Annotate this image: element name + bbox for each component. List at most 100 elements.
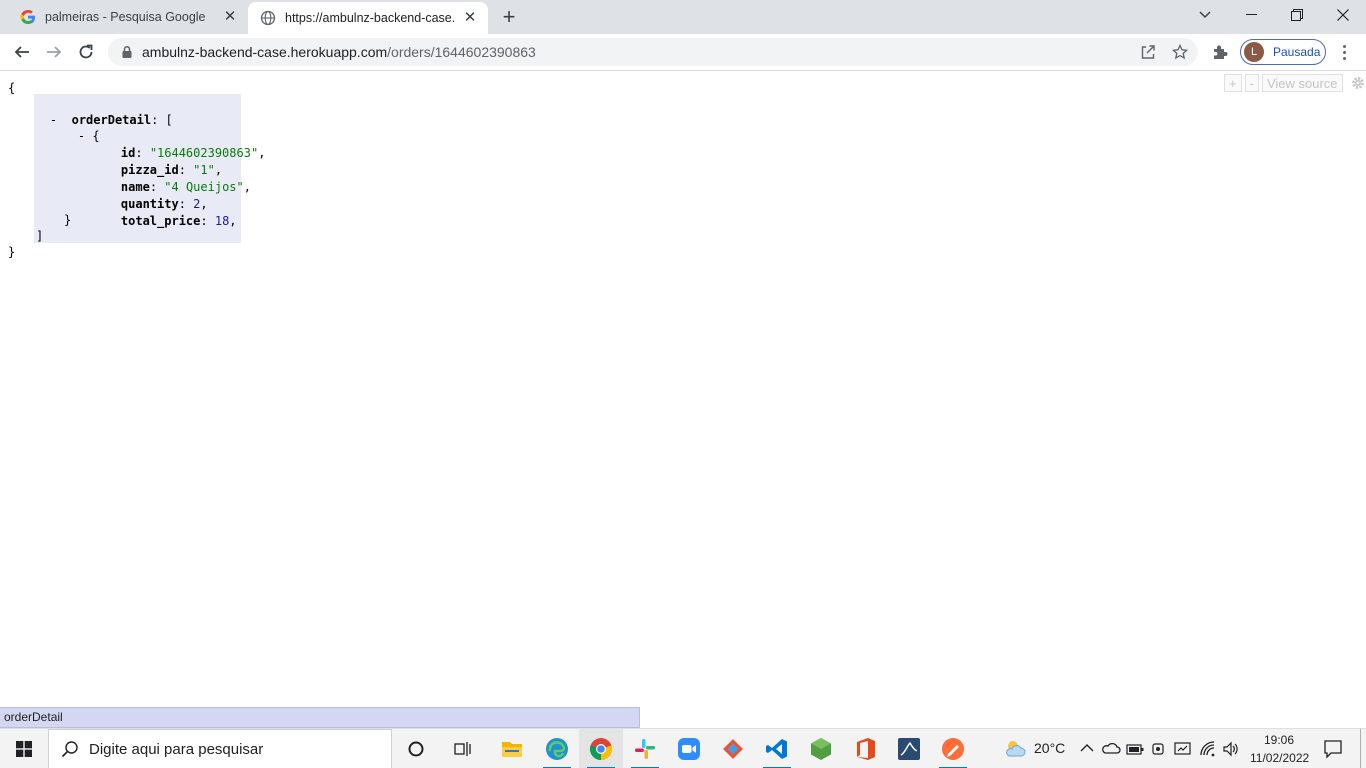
taskbar-app-postman[interactable] — [931, 729, 975, 768]
slack-icon — [635, 739, 655, 759]
order-detail-open: : [ — [151, 113, 173, 127]
tab-strip: palmeiras - Pesquisa Google ✕ https://am… — [0, 0, 1366, 34]
json-viewer-toolbar: + - View source — [1224, 72, 1366, 94]
battery-icon[interactable] — [1126, 742, 1144, 756]
root-open-brace: { — [8, 81, 16, 95]
total-price-value: 18 — [214, 214, 230, 228]
taskbar-app-nodejs[interactable] — [799, 729, 843, 768]
address-bar[interactable]: ambulnz-backend-case.herokuapp.com/order… — [108, 38, 1198, 66]
taskbar-search-input[interactable]: Digite aqui para pesquisar — [48, 729, 392, 768]
vscode-icon — [766, 739, 787, 759]
root-close-brace: } — [8, 245, 16, 259]
taskbar-app-chrome[interactable] — [579, 729, 623, 768]
search-placeholder: Digite aqui para pesquisar — [89, 740, 264, 758]
tab-google-search[interactable]: palmeiras - Pesquisa Google ✕ — [8, 0, 248, 34]
taskbar-app-slack[interactable] — [623, 729, 667, 768]
task-view-icon — [454, 742, 471, 756]
tab-active-orders[interactable]: https://ambulnz-backend-case.he ✕ — [248, 2, 488, 34]
notification-center-icon[interactable] — [1323, 739, 1343, 759]
close-tab-icon[interactable]: ✕ — [222, 9, 238, 25]
close-tab-icon[interactable]: ✕ — [462, 10, 478, 26]
office-icon — [857, 738, 875, 760]
forward-button[interactable] — [42, 40, 66, 64]
mysql-workbench-icon — [898, 738, 920, 760]
windows-taskbar: Digite aqui para pesquisar 20°C 19:06 11… — [0, 728, 1366, 768]
lock-icon[interactable] — [120, 45, 134, 59]
zoom-icon — [678, 738, 700, 760]
system-clock[interactable]: 19:06 11/02/2022 — [1250, 731, 1310, 767]
taskbar-app-office[interactable] — [843, 729, 887, 768]
file-explorer-icon — [502, 742, 522, 757]
wifi-icon[interactable] — [1199, 741, 1217, 757]
browser-menu-button[interactable] — [1336, 42, 1352, 62]
kebab-menu-dot-icon — [1342, 44, 1346, 48]
back-button[interactable] — [10, 40, 34, 64]
minimize-icon — [1245, 14, 1257, 15]
close-window-button[interactable] — [1320, 0, 1366, 30]
view-source-button[interactable]: View source — [1261, 74, 1343, 92]
weather-temperature[interactable]: 20°C — [1034, 740, 1065, 756]
show-desktop-button[interactable] — [1360, 729, 1361, 768]
arrow-left-icon — [14, 46, 29, 58]
json-viewer: { - orderDetail: [ - { id: "164460239086… — [0, 72, 1366, 708]
url-text: ambulnz-backend-case.herokuapp.com/order… — [142, 44, 536, 60]
chrome-icon — [589, 738, 613, 761]
clock-date: 11/02/2022 — [1250, 751, 1310, 765]
json-row-pizza-id: pizza_id: "1", — [120, 163, 223, 177]
json-row-id: id: "1644602390863", — [120, 146, 266, 160]
bookmark-star-icon[interactable] — [1172, 44, 1188, 60]
cortana-icon — [408, 741, 424, 757]
close-icon — [1337, 9, 1349, 21]
network-monitor-icon[interactable] — [1174, 741, 1192, 757]
chevron-down-icon — [1199, 11, 1211, 19]
taskbar-app-git[interactable] — [711, 729, 755, 768]
browser-toolbar: ambulnz-backend-case.herokuapp.com/order… — [0, 34, 1366, 71]
restore-button[interactable] — [1274, 0, 1320, 30]
chevron-up-icon[interactable] — [1080, 743, 1094, 753]
tab-title: palmeiras - Pesquisa Google — [45, 10, 206, 24]
url-host: ambulnz-backend-case.herokuapp.com — [142, 44, 388, 60]
postman-icon — [942, 738, 964, 760]
google-g-icon — [20, 10, 35, 24]
git-icon — [723, 739, 743, 759]
minimize-button[interactable] — [1228, 0, 1274, 30]
globe-icon — [260, 10, 276, 26]
json-row-name: name: "4 Queijos", — [120, 180, 251, 194]
array-close-bracket: ] — [36, 229, 44, 243]
expand-all-button[interactable]: + — [1224, 74, 1242, 92]
nodejs-icon — [811, 738, 831, 760]
reload-icon — [79, 44, 93, 59]
item-close-brace: } — [64, 213, 72, 227]
share-icon[interactable] — [1140, 44, 1156, 60]
json-row-total-price: total_price: 18, — [120, 214, 237, 228]
kebab-menu-dot-icon — [1342, 50, 1346, 54]
taskbar-app-file-explorer[interactable] — [490, 729, 534, 768]
taskbar-app-mysql-workbench[interactable] — [887, 729, 931, 768]
edge-icon — [546, 738, 568, 760]
tab-search-button[interactable] — [1194, 4, 1216, 26]
taskbar-app-vscode[interactable] — [755, 729, 799, 768]
tab-title: https://ambulnz-backend-case.he — [285, 11, 456, 25]
onedrive-cloud-icon[interactable] — [1101, 741, 1121, 755]
gear-icon[interactable] — [1350, 75, 1366, 91]
taskbar-app-zoom[interactable] — [667, 729, 711, 768]
restore-icon — [1291, 9, 1303, 21]
windows-logo-icon — [16, 741, 32, 757]
task-view-button[interactable] — [441, 729, 485, 768]
cortana-button[interactable] — [394, 729, 438, 768]
json-row-quantity: quantity: 2, — [120, 197, 208, 211]
volume-icon[interactable] — [1222, 741, 1240, 757]
extensions-puzzle-icon[interactable] — [1210, 43, 1230, 63]
taskbar-app-edge[interactable] — [535, 729, 579, 768]
start-button[interactable] — [0, 729, 48, 768]
reload-button[interactable] — [74, 40, 98, 64]
meet-now-icon[interactable] — [1151, 741, 1167, 757]
weather-cloud-icon[interactable] — [1004, 739, 1026, 759]
profile-status: Pausada — [1273, 45, 1321, 59]
url-path: /orders/1644602390863 — [387, 44, 536, 60]
new-tab-button[interactable]: + — [498, 6, 520, 29]
profile-button[interactable]: L Pausada — [1240, 39, 1326, 65]
search-icon — [61, 741, 78, 758]
status-bubble: orderDetail — [0, 707, 640, 728]
collapse-all-button[interactable]: - — [1244, 74, 1259, 92]
